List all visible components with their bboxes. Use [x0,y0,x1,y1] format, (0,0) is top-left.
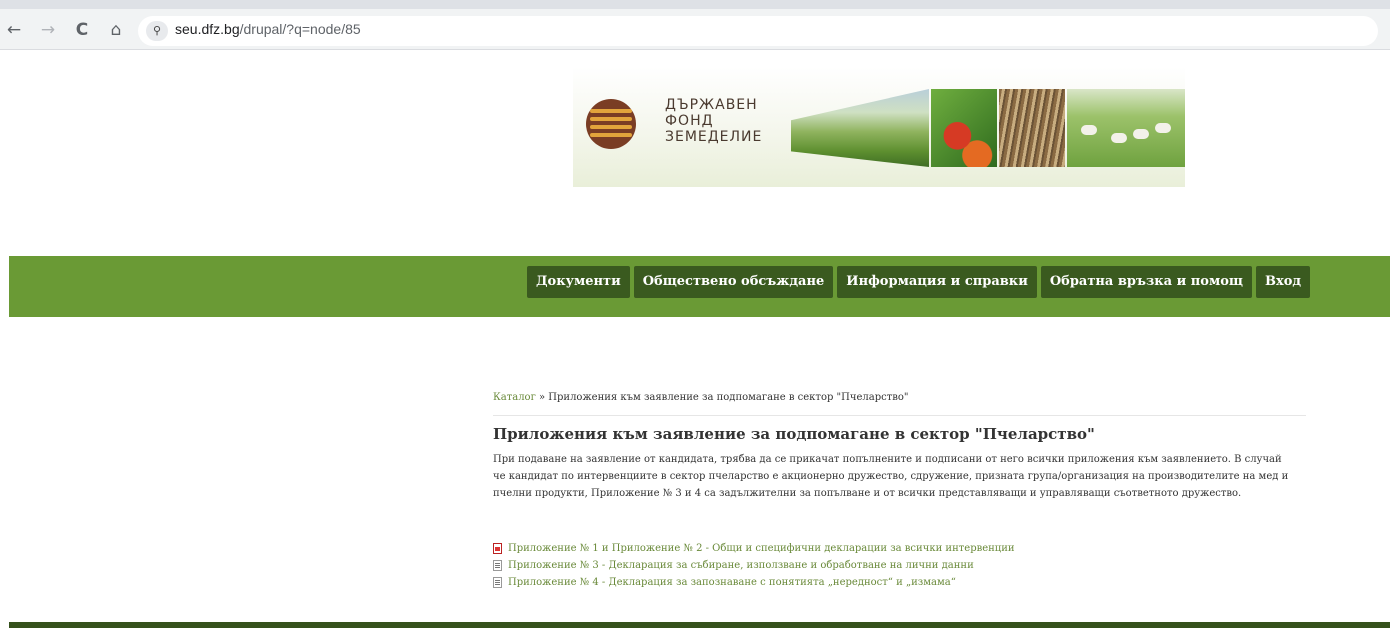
menu-item-login[interactable]: Вход [1255,266,1311,298]
browser-toolbar: ← → C ⌂ ⚲ seu.dfz.bg/drupal/?q=node/85 [0,0,1390,50]
breadcrumb-separator: » [535,392,549,403]
main-menu: Документи Обществено обсъждане Информаци… [527,266,1311,298]
sheep-photo [1067,89,1185,167]
site-info-icon[interactable]: ⚲ [146,21,168,41]
address-bar[interactable]: ⚲ seu.dfz.bg/drupal/?q=node/85 [138,16,1378,46]
forward-arrow-icon[interactable]: → [38,20,58,40]
document-file-icon [493,560,502,571]
attachment-link-4[interactable]: Приложение № 4 - Декларация за запознава… [508,577,956,588]
list-item: Приложение № 3 - Декларация за събиране,… [493,557,1015,574]
list-item: Приложение № 1 и Приложение № 2 - Общи и… [493,540,1015,557]
url-path: /drupal/?q=node/85 [239,21,361,37]
field-photo [791,89,929,167]
document-file-icon [493,577,502,588]
logo-text: ДЪРЖАВЕН ФОНД ЗЕМЕДЕЛИЕ [665,97,763,145]
site-banner[interactable]: ДЪРЖАВЕН ФОНД ЗЕМЕДЕЛИЕ [573,67,1185,187]
breadcrumb-catalog-link[interactable]: Каталог [493,392,536,403]
reload-icon[interactable]: C [72,20,92,40]
breadcrumb-current: Приложения към заявление за подпомагане … [548,392,909,403]
footer-bar [9,622,1390,628]
menu-item-documents[interactable]: Документи [527,266,630,298]
wheat-photo [999,89,1065,167]
page-title: Приложения към заявление за подпомагане … [493,425,1095,443]
breadcrumb-divider [493,415,1306,416]
menu-item-public-discussion[interactable]: Обществено обсъждане [633,266,834,298]
vegetables-photo [931,89,997,167]
list-item: Приложение № 4 - Декларация за запознава… [493,574,1015,591]
dfz-logo-icon [586,99,636,149]
menu-item-information[interactable]: Информация и справки [837,266,1037,298]
back-arrow-icon[interactable]: ← [4,20,24,40]
attachments-list: Приложение № 1 и Приложение № 2 - Общи и… [493,540,1015,591]
menu-item-feedback-help[interactable]: Обратна връзка и помощ [1040,266,1252,298]
home-icon[interactable]: ⌂ [106,20,126,40]
attachment-link-1-2[interactable]: Приложение № 1 и Приложение № 2 - Общи и… [508,543,1015,554]
page-description: При подаване на заявление от кандидата, … [493,454,1289,499]
attachment-link-3[interactable]: Приложение № 3 - Декларация за събиране,… [508,560,974,571]
pdf-file-icon [493,543,502,554]
url-text[interactable]: seu.dfz.bg/drupal/?q=node/85 [175,21,361,37]
breadcrumb: Каталог » Приложения към заявление за по… [493,392,909,403]
main-navigation: Документи Обществено обсъждане Информаци… [9,256,1390,317]
url-host: seu.dfz.bg [175,21,240,37]
